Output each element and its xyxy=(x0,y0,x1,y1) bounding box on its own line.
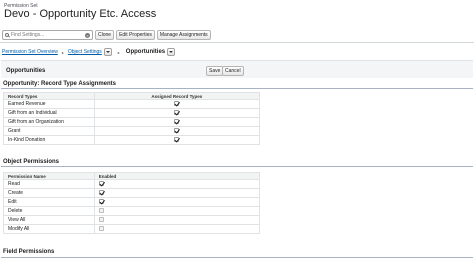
search-icon xyxy=(5,32,9,37)
checked-checkbox-icon[interactable] xyxy=(174,119,180,125)
column-header-record-types: Record Types xyxy=(3,92,95,100)
manage-assignments-button[interactable]: Manage Assignments xyxy=(156,29,211,40)
record-types-checkbox-cell xyxy=(93,126,261,136)
breadcrumb-overview-link[interactable]: Permission Set Overview xyxy=(2,49,58,55)
object-permissions-checkbox-cell xyxy=(93,188,261,198)
record-types-table: Record Types Assigned Record Types Earne… xyxy=(3,92,261,145)
column-header-enabled: Enabled xyxy=(93,172,261,180)
detail-header: Opportunities Save Cancel xyxy=(1,60,473,78)
record-types-section-title: Opportunity: Record Type Assignments xyxy=(3,81,117,87)
section-divider xyxy=(1,88,473,89)
object-permissions-name: Modify All xyxy=(3,224,95,234)
opportunities-dropdown[interactable] xyxy=(167,48,176,56)
checked-checkbox-icon[interactable] xyxy=(174,101,180,107)
object-permissions-checkbox-cell xyxy=(93,179,261,189)
record-types-name: Gift from an Organization xyxy=(3,117,95,127)
breadcrumb: Permission Set Overview ▸ Object Setting… xyxy=(2,47,177,57)
table-header-row: Record Types Assigned Record Types xyxy=(3,92,261,100)
object-settings-dropdown[interactable] xyxy=(103,48,112,56)
record-types-checkbox-cell xyxy=(93,108,261,118)
checked-checkbox-icon[interactable] xyxy=(98,190,104,196)
object-permissions-table: Permission Name Enabled Read Create Edit De… xyxy=(3,172,261,234)
search-placeholder: Find Settings... xyxy=(11,31,45,38)
table-row: In-Kind Donation xyxy=(3,135,261,145)
toolbar: Find Settings... × Clone Edit Properties… xyxy=(2,29,211,40)
object-permissions-checkbox-cell xyxy=(93,206,261,216)
record-types-name: In-Kind Donation xyxy=(3,135,95,145)
object-permissions-name: Read xyxy=(3,179,95,189)
chevron-down-icon xyxy=(105,51,110,53)
record-types-name: Gift from an Individual xyxy=(3,108,95,118)
unchecked-checkbox-icon[interactable] xyxy=(98,226,104,232)
table-row: Gift from an Organization xyxy=(3,117,261,127)
object-permissions-name: Create xyxy=(3,188,95,198)
record-types-checkbox-cell xyxy=(93,135,261,145)
object-permissions-section-title: Object Permissions xyxy=(3,159,60,165)
save-button[interactable]: Save xyxy=(206,66,224,76)
object-permissions-name: View All xyxy=(3,215,95,225)
table-row: Grant xyxy=(3,126,261,136)
breadcrumb-current: Opportunities xyxy=(125,49,166,55)
object-permissions-checkbox-cell xyxy=(93,215,261,225)
object-permissions-checkbox-cell xyxy=(93,197,261,207)
checked-checkbox-icon[interactable] xyxy=(174,110,180,116)
object-permissions-name: Delete xyxy=(3,206,95,216)
object-permissions-checkbox-cell xyxy=(93,224,261,234)
checked-checkbox-icon[interactable] xyxy=(98,181,104,187)
table-row: Gift from an Individual xyxy=(3,108,261,118)
record-types-checkbox-cell xyxy=(93,99,261,109)
detail-title: Opportunities xyxy=(6,68,46,74)
edit-properties-button[interactable]: Edit Properties xyxy=(116,29,155,40)
table-row: Earned Revenue xyxy=(3,99,261,109)
breadcrumb-object-settings-link[interactable]: Object Settings xyxy=(68,49,102,55)
chevron-down-icon xyxy=(169,51,174,53)
unchecked-checkbox-icon[interactable] xyxy=(98,208,104,214)
table-row: Edit xyxy=(3,197,261,207)
record-types-name: Earned Revenue xyxy=(3,99,95,109)
table-row: View All xyxy=(3,215,261,225)
column-header-assigned: Assigned Record Types xyxy=(93,92,261,100)
object-permissions-name: Edit xyxy=(3,197,95,207)
table-row: Delete xyxy=(3,206,261,216)
table-row: Modify All xyxy=(3,224,261,234)
table-row: Create xyxy=(3,188,261,198)
section-divider xyxy=(1,257,473,258)
checked-checkbox-icon[interactable] xyxy=(174,137,180,143)
find-settings-search[interactable]: Find Settings... × xyxy=(2,29,93,40)
table-header-row: Permission Name Enabled xyxy=(3,172,261,180)
breadcrumb-separator-icon: ▸ xyxy=(61,49,64,55)
table-row: Read xyxy=(3,179,261,189)
record-types-checkbox-cell xyxy=(93,117,261,127)
clone-button[interactable]: Clone xyxy=(95,29,115,40)
clear-search-icon[interactable]: × xyxy=(85,32,90,38)
breadcrumb-separator-icon: ▸ xyxy=(117,49,120,55)
column-header-permission-name: Permission Name xyxy=(3,172,95,180)
section-divider xyxy=(1,166,473,167)
field-permissions-section-title: Field Permissions xyxy=(3,249,55,255)
record-types-name: Grant xyxy=(3,126,95,136)
toolbar-divider xyxy=(0,42,474,43)
page-title: Devo - Opportunity Etc. Access xyxy=(4,8,157,20)
checked-checkbox-icon[interactable] xyxy=(98,199,104,205)
checked-checkbox-icon[interactable] xyxy=(174,128,180,134)
cancel-button[interactable]: Cancel xyxy=(222,66,244,76)
unchecked-checkbox-icon[interactable] xyxy=(98,217,104,223)
